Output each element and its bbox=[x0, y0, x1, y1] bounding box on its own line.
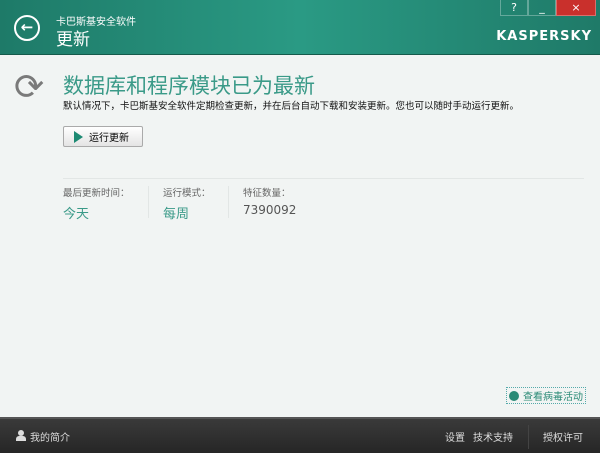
run-mode-stat: 运行模式： 每周 bbox=[163, 185, 211, 222]
close-button[interactable]: × bbox=[556, 0, 596, 16]
footer: 我的简介 设置 技术支持 授权许可 bbox=[0, 417, 600, 453]
signature-count-stat: 特征数量： 7390092 bbox=[243, 185, 296, 220]
settings-link[interactable]: 设置 bbox=[445, 429, 465, 444]
kaspersky-logo: KASPERSKY bbox=[496, 29, 592, 44]
help-button[interactable]: ? bbox=[500, 0, 528, 16]
run-mode-link[interactable]: 每周 bbox=[163, 203, 211, 222]
status-description: 默认情况下，卡巴斯基安全软件定期检查更新，并在后台自动下载和安装更新。您也可以随… bbox=[63, 101, 520, 112]
sync-icon: ⟳ bbox=[14, 67, 45, 108]
status-title: 数据库和程序模块已为最新 bbox=[63, 74, 315, 98]
profile-link[interactable]: 我的简介 bbox=[30, 429, 70, 444]
stat-label: 最后更新时间： bbox=[63, 188, 130, 199]
divider bbox=[63, 178, 584, 179]
section-title: 更新 bbox=[56, 30, 90, 50]
run-update-button[interactable]: 运行更新 bbox=[63, 126, 143, 147]
stat-value: 今天 bbox=[63, 207, 90, 222]
header: ← 卡巴斯基安全软件 更新 ? _ × KASPERSKY bbox=[0, 0, 600, 55]
stat-label: 特征数量： bbox=[243, 188, 291, 199]
support-link[interactable]: 技术支持 bbox=[473, 429, 513, 444]
license-link[interactable]: 授权许可 bbox=[543, 429, 583, 444]
stat-value: 7390092 bbox=[243, 203, 297, 217]
user-icon bbox=[16, 430, 26, 441]
virus-activity-link[interactable]: 查看病毒活动 bbox=[506, 387, 586, 404]
last-update-stat: 最后更新时间： 今天 bbox=[63, 185, 130, 222]
separator bbox=[148, 186, 149, 218]
separator bbox=[528, 425, 529, 449]
play-icon bbox=[74, 130, 83, 143]
separator bbox=[228, 186, 229, 218]
virus-activity-label: 查看病毒活动 bbox=[523, 392, 583, 403]
minimize-button[interactable]: _ bbox=[528, 0, 556, 16]
run-update-label: 运行更新 bbox=[89, 133, 129, 144]
stat-label: 运行模式： bbox=[163, 188, 211, 199]
globe-icon bbox=[509, 390, 519, 401]
back-button[interactable]: ← bbox=[14, 15, 40, 41]
